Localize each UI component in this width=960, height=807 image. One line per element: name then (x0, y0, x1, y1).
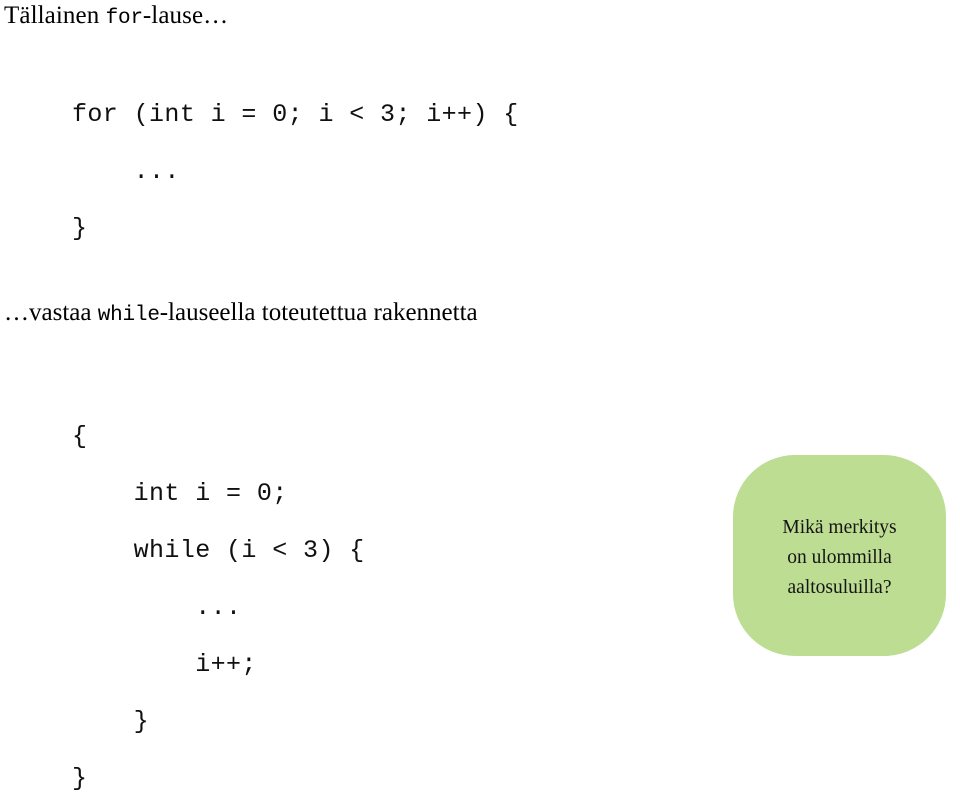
question-callout-text: Mikä merkitys on ulommilla aaltosuluilla? (743, 513, 936, 603)
page-title-prefix: Tällainen (4, 2, 106, 29)
code-line: ... (72, 157, 180, 186)
slide: Tällainen for-lause… for (int i = 0; i <… (0, 0, 960, 793)
page-title-suffix: -lause… (142, 2, 229, 29)
code-block-while-loop: { int i = 0; while (i < 3) { ... i++; }} (72, 408, 365, 807)
code-line: ... (72, 593, 242, 622)
code-line: } (72, 707, 150, 736)
question-callout-line: aaltosuluilla? (787, 576, 892, 598)
code-line: { (72, 422, 88, 451)
code-line: int i = 0; (72, 479, 288, 508)
explanation-keyword: while (97, 304, 160, 327)
code-line: } (72, 214, 88, 243)
code-line: } (72, 764, 88, 793)
code-block-for-loop: for (int i = 0; i < 3; i++) { ...} (72, 86, 519, 257)
code-line: for (int i = 0; i < 3; i++) { (72, 100, 519, 129)
question-callout: Mikä merkitys on ulommilla aaltosuluilla? (733, 455, 946, 656)
code-line: i++; (72, 650, 257, 679)
explanation-text: …vastaa while-lauseella toteutettua rake… (4, 296, 478, 333)
page-title-keyword: for (105, 7, 143, 30)
explanation-suffix: -lauseella toteutettua rakennetta (159, 299, 478, 326)
page-title: Tällainen for-lause… (4, 0, 228, 35)
explanation-prefix: …vastaa (4, 299, 98, 326)
question-callout-line: Mikä merkitys (782, 516, 897, 538)
code-line: while (i < 3) { (72, 536, 365, 565)
question-callout-line: on ulommilla (787, 546, 892, 568)
